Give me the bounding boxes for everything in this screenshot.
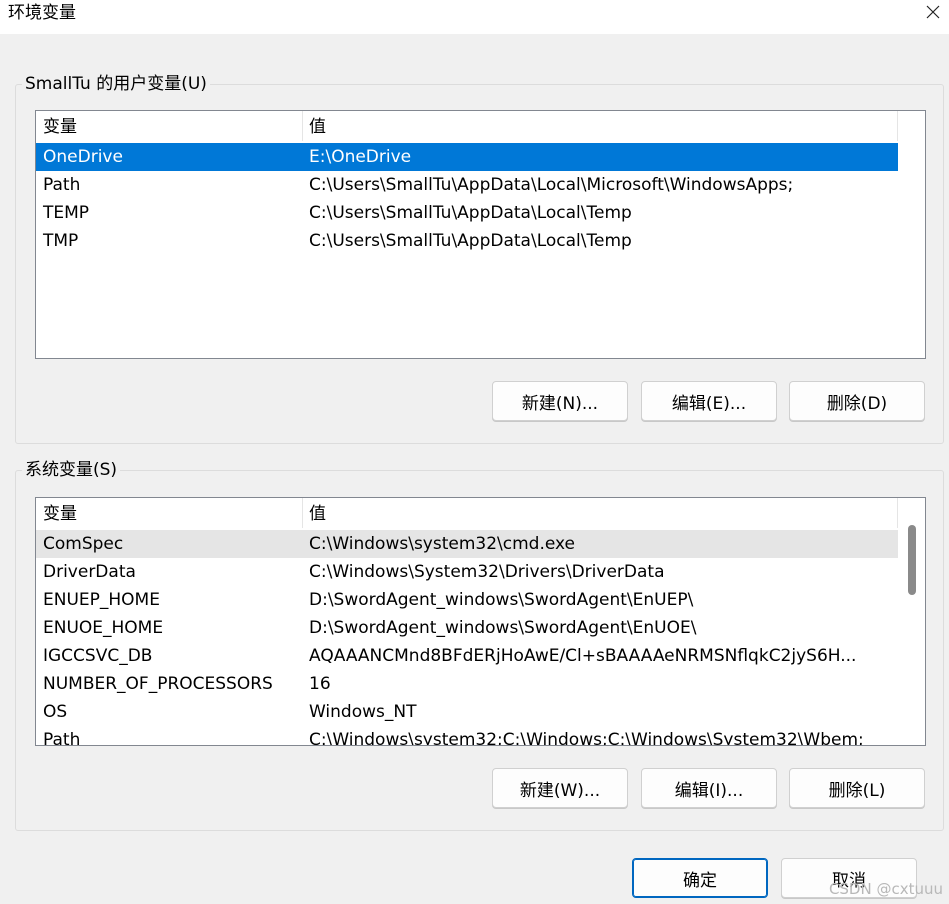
list-item[interactable]: OneDrive E:\OneDrive (36, 143, 898, 171)
user-variables-list[interactable]: 变量 值 OneDrive E:\OneDrive Path C:\Users\… (35, 110, 926, 359)
list-item[interactable]: NUMBER_OF_PROCESSORS 16 (36, 670, 898, 698)
column-divider[interactable] (897, 111, 898, 141)
title-bar: 环境变量 (0, 0, 949, 34)
column-divider[interactable] (897, 498, 898, 528)
vertical-scrollbar[interactable] (899, 498, 925, 745)
user-delete-button[interactable]: 删除(D) (789, 381, 925, 421)
variable-name: ENUOE_HOME (43, 618, 164, 638)
user-variables-label: SmallTu 的用户变量(U) (22, 73, 210, 95)
user-edit-button[interactable]: 编辑(E)... (641, 381, 777, 421)
variable-value: C:\Windows\System32\Drivers\DriverData (309, 562, 665, 582)
list-item[interactable]: OS Windows_NT (36, 698, 898, 726)
system-edit-button[interactable]: 编辑(I)... (641, 768, 777, 808)
variable-value: C:\Users\SmallTu\AppData\Local\Temp (309, 203, 632, 223)
list-item[interactable]: TMP C:\Users\SmallTu\AppData\Local\Temp (36, 227, 898, 255)
variable-value: D:\SwordAgent_windows\SwordAgent\EnUEP\ (309, 590, 694, 610)
list-item[interactable]: IGCCSVC_DB AQAAANCMnd8BFdERjHoAwE/Cl+sBA… (36, 642, 898, 670)
variable-value: D:\SwordAgent_windows\SwordAgent\EnUOE\ (309, 618, 697, 638)
list-item[interactable]: ENUOE_HOME D:\SwordAgent_windows\SwordAg… (36, 614, 898, 642)
list-item[interactable]: Path C:\Windows\system32;C:\Windows;C:\W… (36, 726, 898, 746)
variable-name: DriverData (43, 562, 136, 582)
variable-name: NUMBER_OF_PROCESSORS (43, 674, 273, 694)
system-variables-label: 系统变量(S) (22, 459, 121, 481)
variable-value: 16 (309, 674, 331, 694)
column-header-variable[interactable]: 变量 (43, 111, 77, 141)
scrollbar-thumb[interactable] (908, 525, 916, 595)
column-header-variable[interactable]: 变量 (43, 498, 77, 528)
system-new-button[interactable]: 新建(W)... (492, 768, 628, 808)
variable-name: TEMP (43, 203, 90, 223)
watermark: CSDN @cxtuuu (828, 880, 943, 898)
system-delete-button[interactable]: 删除(L) (789, 768, 925, 808)
variable-value: E:\OneDrive (309, 147, 412, 167)
list-item[interactable]: ENUEP_HOME D:\SwordAgent_windows\SwordAg… (36, 586, 898, 614)
user-new-button[interactable]: 新建(N)... (492, 381, 628, 421)
list-item[interactable]: Path C:\Users\SmallTu\AppData\Local\Micr… (36, 171, 898, 199)
variable-value: C:\Windows\system32;C:\Windows;C:\Window… (309, 730, 864, 746)
variable-name: TMP (43, 231, 79, 251)
variable-name: Path (43, 730, 81, 746)
column-header-value[interactable]: 值 (309, 111, 326, 141)
list-header: 变量 值 (36, 498, 898, 529)
column-divider[interactable] (302, 111, 303, 141)
variable-name: Path (43, 175, 81, 195)
column-header-value[interactable]: 值 (309, 498, 326, 528)
list-item[interactable]: TEMP C:\Users\SmallTu\AppData\Local\Temp (36, 199, 898, 227)
variable-name: ComSpec (43, 534, 124, 554)
variable-value: C:\Users\SmallTu\AppData\Local\Temp (309, 231, 632, 251)
window-title: 环境变量 (8, 3, 76, 23)
variable-name: OneDrive (43, 147, 123, 167)
variable-value: C:\Windows\system32\cmd.exe (309, 534, 576, 554)
system-variables-list[interactable]: 变量 值 ComSpec C:\Windows\system32\cmd.exe… (35, 497, 926, 746)
variable-value: C:\Users\SmallTu\AppData\Local\Microsoft… (309, 175, 794, 195)
variable-value: Windows_NT (309, 702, 417, 722)
close-icon (926, 5, 940, 19)
variable-name: IGCCSVC_DB (43, 646, 153, 666)
ok-button[interactable]: 确定 (632, 858, 768, 898)
variable-value: AQAAANCMnd8BFdERjHoAwE/Cl+sBAAAAeNRMSNfl… (309, 646, 857, 666)
column-divider[interactable] (302, 498, 303, 528)
list-item[interactable]: ComSpec C:\Windows\system32\cmd.exe (36, 530, 898, 558)
variable-name: ENUEP_HOME (43, 590, 160, 610)
list-header: 变量 值 (36, 111, 898, 142)
list-item[interactable]: DriverData C:\Windows\System32\Drivers\D… (36, 558, 898, 586)
variable-name: OS (43, 702, 68, 722)
close-button[interactable] (901, 0, 949, 34)
